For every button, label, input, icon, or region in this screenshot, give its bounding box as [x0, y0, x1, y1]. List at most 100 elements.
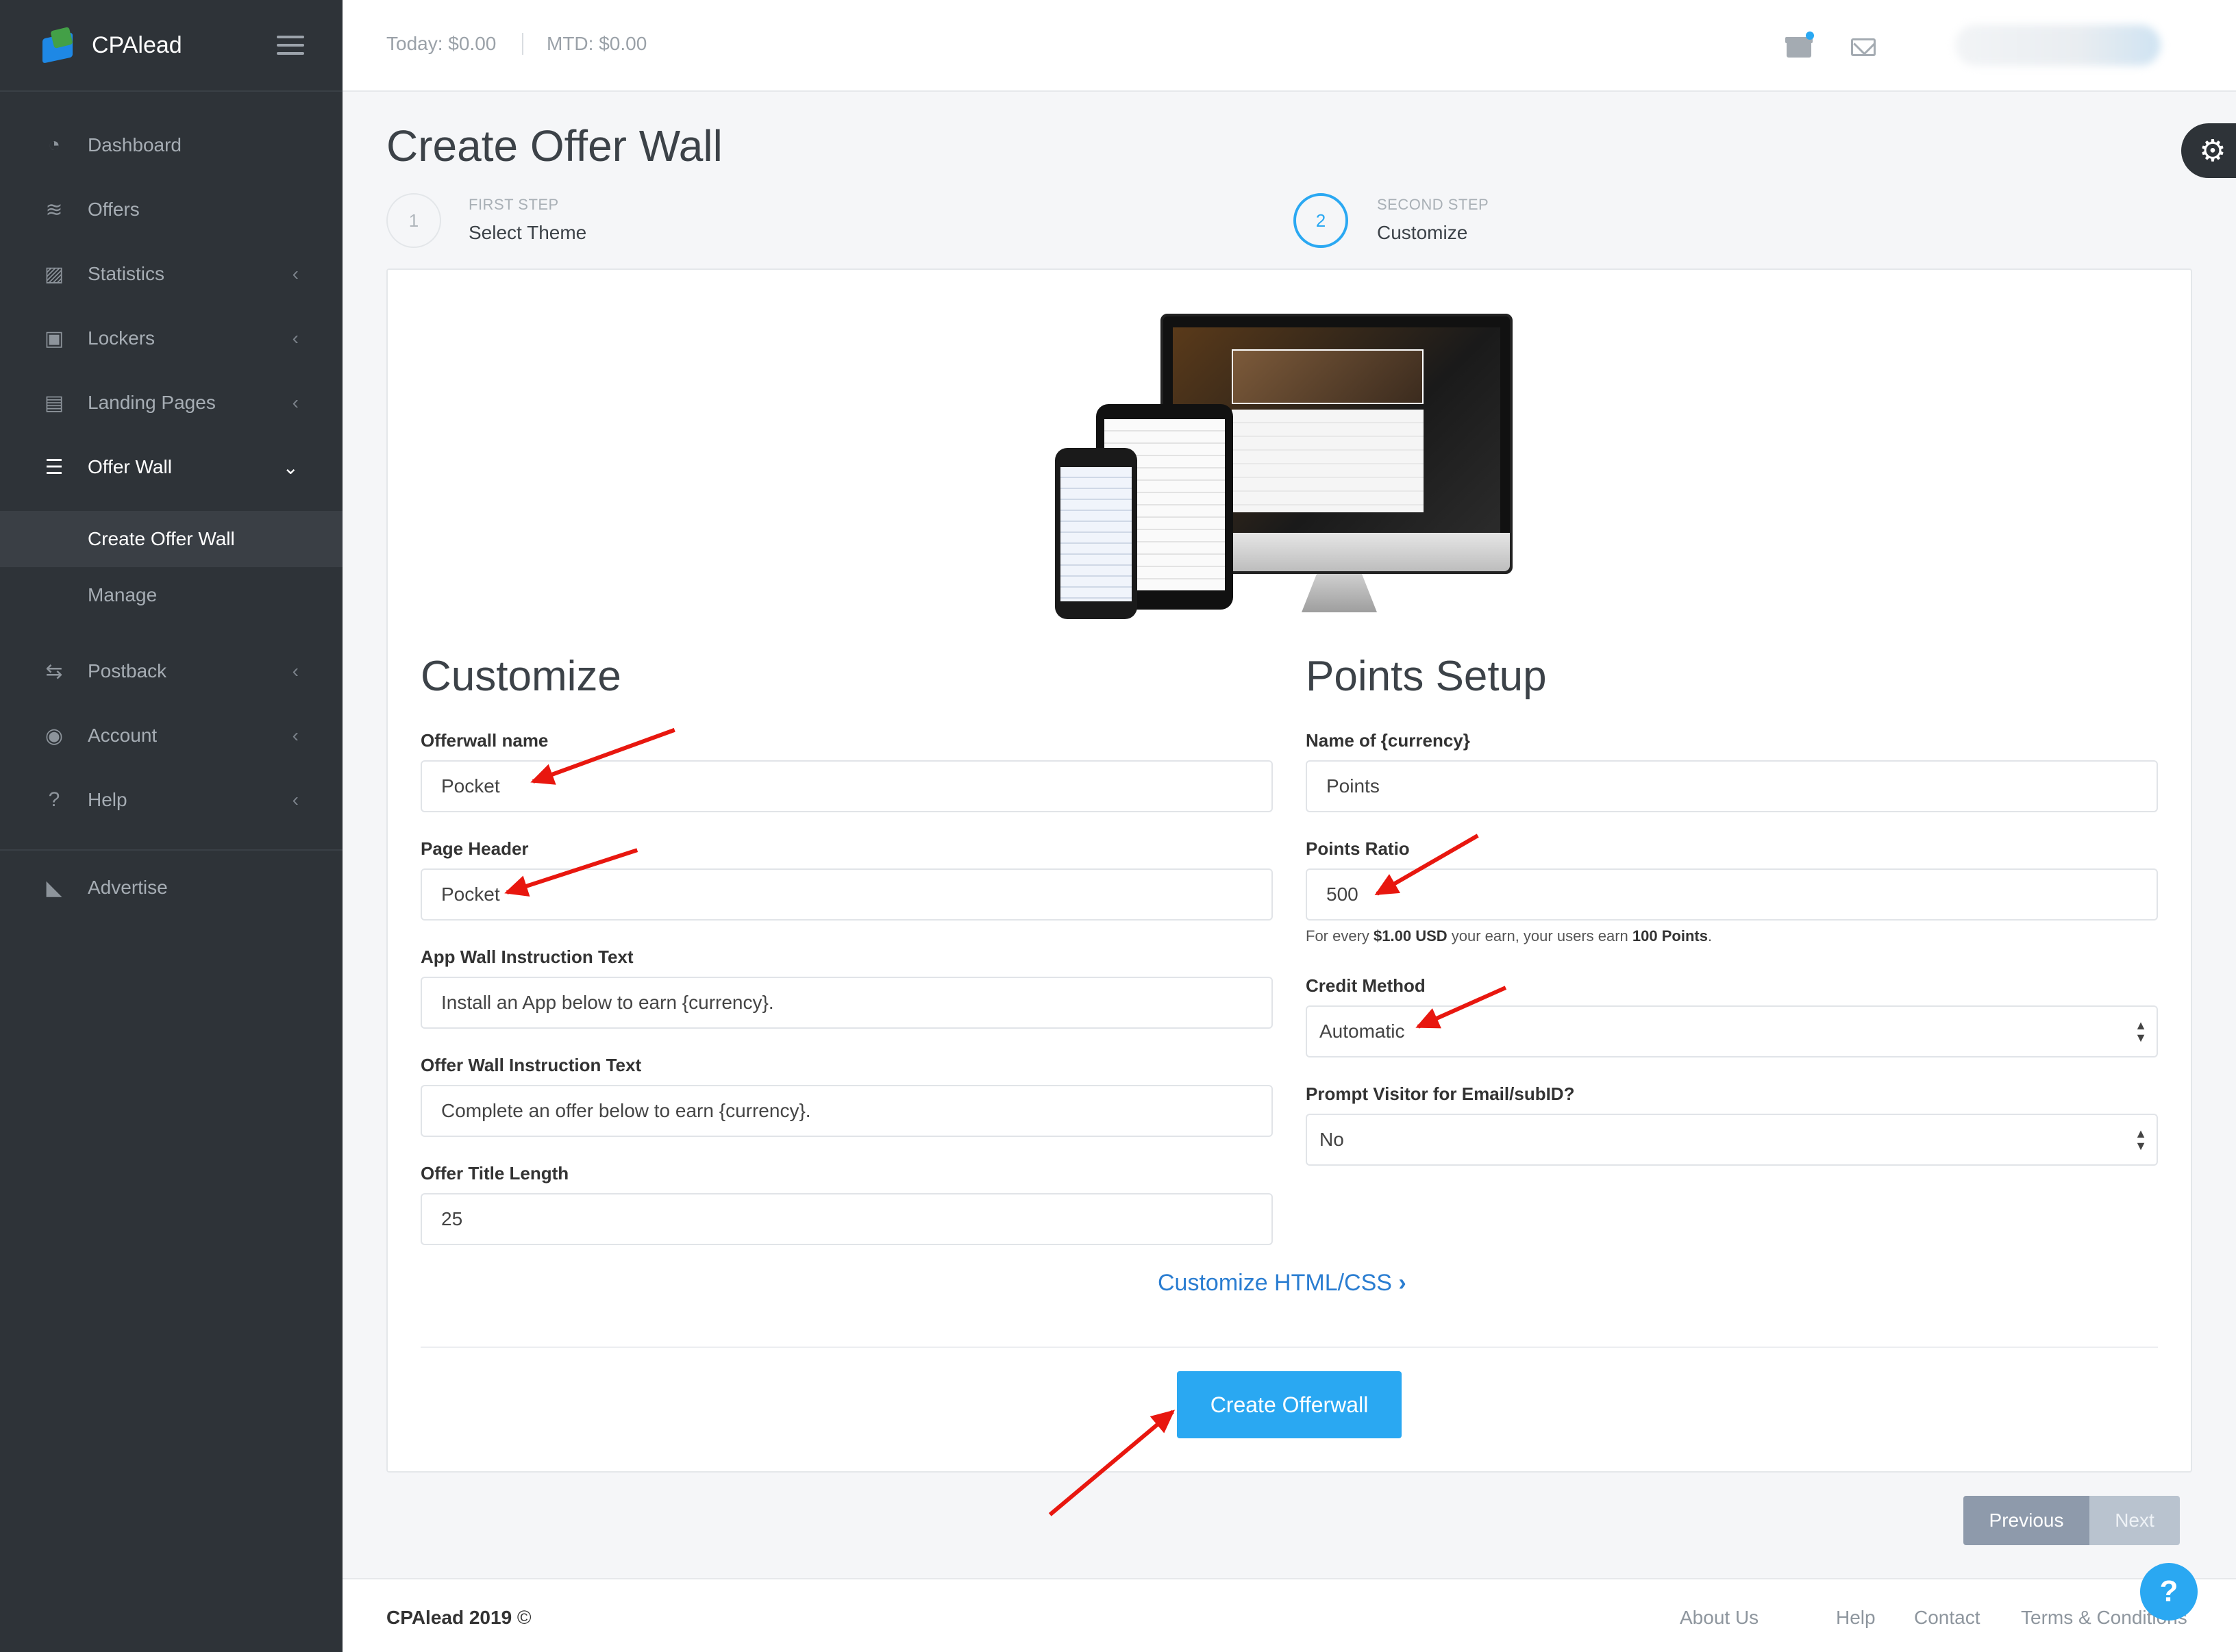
- points-setup-title: Points Setup: [1306, 653, 1547, 700]
- offer-wall-instruction-value: Complete an offer below to earn {currenc…: [441, 1100, 811, 1121]
- footer-link-about[interactable]: About Us: [1680, 1607, 1759, 1629]
- offer-wall-instruction-label: Offer Wall Instruction Text: [421, 1055, 642, 1075]
- customize-title: Customize: [421, 653, 621, 700]
- menu-toggle-icon[interactable]: [277, 36, 304, 55]
- mail-icon[interactable]: [1851, 38, 1876, 56]
- sidebar-item-postback[interactable]: ⇆ Postback ‹: [0, 639, 343, 703]
- chevron-left-icon: ‹: [292, 789, 299, 810]
- customize-html-css-link[interactable]: Customize HTML/CSS ›: [1158, 1270, 1406, 1297]
- question-icon: ?: [2159, 1575, 2178, 1608]
- sidebar-item-landing-pages[interactable]: ▤ Landing Pages ‹: [0, 371, 343, 435]
- sidebar-item-label: Advertise: [88, 877, 168, 898]
- page-title: Create Offer Wall: [386, 121, 723, 171]
- points-ratio-input[interactable]: 500: [1306, 868, 2158, 921]
- sidebar-item-label: Statistics: [88, 263, 165, 284]
- sidebar-item-label: Landing Pages: [88, 392, 216, 413]
- dashboard-icon: ◔: [47, 134, 61, 156]
- user-menu[interactable]: [1955, 25, 2161, 66]
- previous-button[interactable]: Previous: [1963, 1496, 2089, 1545]
- page-header-label: Page Header: [421, 838, 529, 859]
- footer-copyright: CPAlead 2019 ©: [386, 1607, 532, 1628]
- step-1-label: FIRST STEP: [469, 196, 559, 213]
- sidebar-item-label: Help: [88, 789, 127, 810]
- sidebar-item-label: Postback: [88, 660, 167, 681]
- newspaper-icon: ▤: [44, 391, 64, 414]
- phone-illustration: [1055, 448, 1137, 619]
- page-header-value: Pocket: [441, 884, 500, 905]
- offerwall-name-value: Pocket: [441, 775, 500, 797]
- layers-icon: ≋: [45, 198, 63, 221]
- footer: CPAlead 2019 © About Us Help Contact Ter…: [343, 1578, 2236, 1652]
- sidebar-item-label: Lockers: [88, 327, 156, 349]
- select-arrows-icon: ▲ ▼: [2135, 1127, 2147, 1153]
- step-1-circle[interactable]: 1: [386, 193, 441, 248]
- step-2-circle[interactable]: 2: [1293, 193, 1348, 248]
- sidebar-item-advertise[interactable]: ◣ Advertise: [0, 855, 343, 920]
- sidebar-item-label: Offers: [88, 199, 140, 220]
- currency-name-input[interactable]: Points: [1306, 760, 2158, 812]
- sidebar-item-label: Account: [88, 725, 158, 746]
- gift-icon[interactable]: [1785, 32, 1814, 59]
- offer-title-length-value: 25: [441, 1208, 463, 1229]
- sidebar-item-offer-wall[interactable]: ☰ Offer Wall ⌄: [0, 435, 343, 499]
- footer-link-help[interactable]: Help: [1836, 1607, 1876, 1629]
- postback-icon: ⇆: [45, 660, 63, 683]
- sidebar-item-lockers[interactable]: ▣ Lockers ‹: [0, 306, 343, 371]
- app-wall-instruction-input[interactable]: Install an App below to earn {currency}.: [421, 977, 1273, 1029]
- chevron-right-icon: ›: [1398, 1270, 1406, 1296]
- offer-wall-instruction-input[interactable]: Complete an offer below to earn {currenc…: [421, 1085, 1273, 1137]
- sidebar-subitem-manage[interactable]: Manage: [0, 567, 343, 623]
- prompt-visitor-select[interactable]: No ▲ ▼: [1306, 1114, 2158, 1166]
- sidebar-subitem-create-offer-wall[interactable]: Create Offer Wall: [0, 511, 343, 567]
- lock-icon: ▣: [44, 327, 64, 350]
- megaphone-icon: ◣: [46, 876, 62, 899]
- gear-icon: ⚙: [2199, 134, 2226, 168]
- prompt-visitor-value: No: [1319, 1129, 1344, 1150]
- sidebar-subitem-label: Manage: [88, 584, 158, 605]
- sidebar-item-label: Dashboard: [88, 134, 182, 155]
- step-2-label: SECOND STEP: [1377, 196, 1489, 213]
- prompt-visitor-label: Prompt Visitor for Email/subID?: [1306, 1084, 1575, 1104]
- offer-title-length-input[interactable]: 25: [421, 1193, 1273, 1245]
- sidebar-item-statistics[interactable]: ▨ Statistics ‹: [0, 242, 343, 306]
- today-earnings: Today: $0.00: [386, 33, 497, 54]
- offer-title-length-label: Offer Title Length: [421, 1163, 569, 1184]
- topbar-separator: [522, 33, 523, 55]
- app-wall-instruction-label: App Wall Instruction Text: [421, 947, 634, 967]
- sidebar-item-dashboard[interactable]: ◔ Dashboard: [0, 113, 343, 177]
- sidebar-item-offers[interactable]: ≋ Offers: [0, 177, 343, 242]
- create-offerwall-button[interactable]: Create Offerwall: [1177, 1371, 1402, 1438]
- chart-icon: ▨: [44, 262, 64, 286]
- chevron-left-icon: ‹: [292, 392, 299, 413]
- sidebar-item-label: Offer Wall: [88, 456, 172, 477]
- cpalead-logo-icon: [40, 26, 78, 64]
- next-button[interactable]: Next: [2089, 1496, 2180, 1545]
- chevron-left-icon: ‹: [292, 263, 299, 284]
- sidebar: CPAlead ◔ Dashboard ≋ Offers ▨ Statistic…: [0, 0, 343, 1652]
- question-circle-icon: ?: [48, 788, 60, 811]
- offerwall-name-label: Offerwall name: [421, 730, 549, 751]
- sidebar-subitem-label: Create Offer Wall: [88, 528, 235, 549]
- user-circle-icon: ◉: [45, 724, 64, 747]
- step-2-name[interactable]: Customize: [1377, 222, 1467, 244]
- chevron-left-icon: ‹: [292, 327, 299, 349]
- app-wall-instruction-value: Install an App below to earn {currency}.: [441, 992, 774, 1013]
- chevron-left-icon: ‹: [292, 725, 299, 746]
- footer-link-contact[interactable]: Contact: [1914, 1607, 1980, 1629]
- step-1-name[interactable]: Select Theme: [469, 222, 586, 244]
- select-arrows-icon: ▲ ▼: [2135, 1018, 2147, 1044]
- chevron-down-icon: ⌄: [282, 456, 299, 478]
- currency-name-label: Name of {currency}: [1306, 730, 1470, 751]
- brand-name: CPAlead: [92, 32, 182, 58]
- sidebar-item-help[interactable]: ? Help ‹: [0, 768, 343, 832]
- settings-gear-button[interactable]: ⚙: [2181, 123, 2236, 178]
- chevron-left-icon: ‹: [292, 660, 299, 681]
- topbar: Today: $0.00 MTD: $0.00: [343, 0, 2236, 92]
- points-ratio-help: For every $1.00 USD your earn, your user…: [1306, 927, 1713, 944]
- credit-method-value: Automatic: [1319, 1021, 1405, 1042]
- sidebar-item-account[interactable]: ◉ Account ‹: [0, 703, 343, 768]
- card-divider: [421, 1347, 2158, 1348]
- customize-link-label: Customize HTML/CSS: [1158, 1270, 1392, 1296]
- help-chat-button[interactable]: ?: [2140, 1563, 2198, 1620]
- mtd-earnings: MTD: $0.00: [547, 33, 647, 54]
